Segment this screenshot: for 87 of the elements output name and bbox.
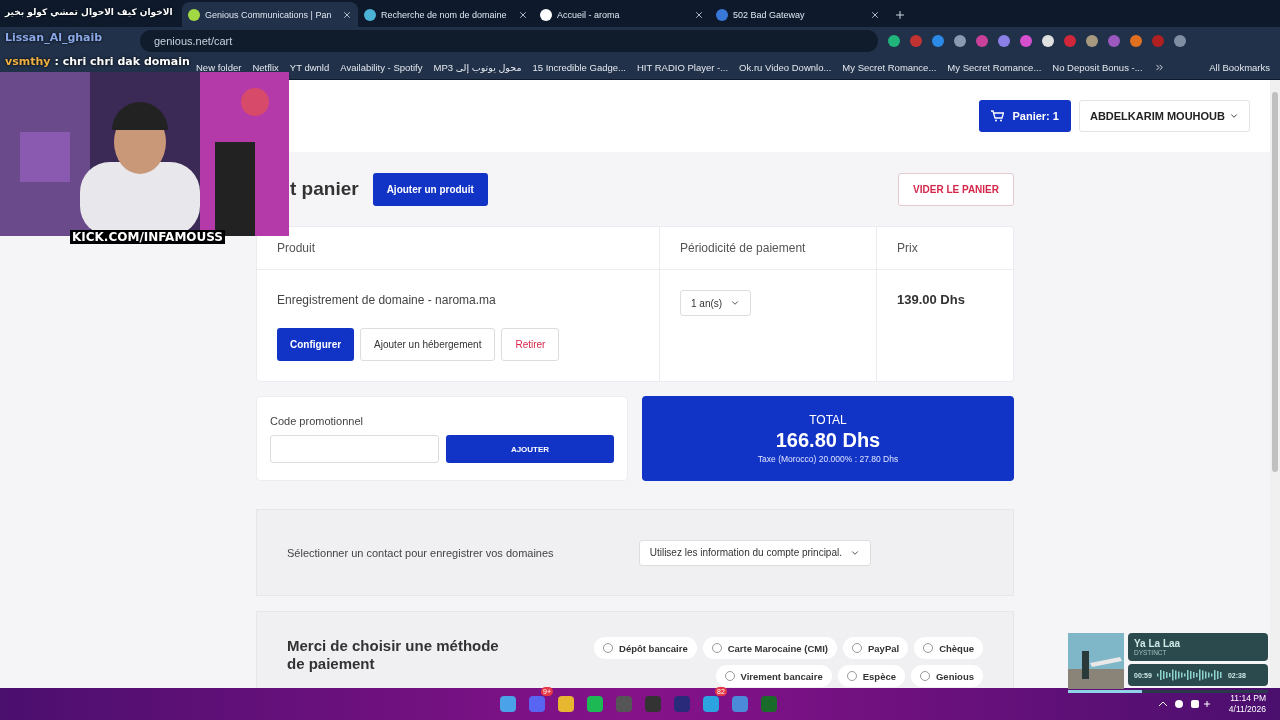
- apply-promo-button[interactable]: AJOUTER: [446, 435, 614, 463]
- radio-button[interactable]: [603, 643, 614, 653]
- taskbar-app-icon[interactable]: [529, 696, 545, 712]
- radio-button[interactable]: [711, 643, 722, 653]
- waveform-icon: [1156, 669, 1223, 681]
- close-icon[interactable]: [694, 9, 704, 20]
- extension-icon[interactable]: [888, 35, 900, 47]
- promo-code-field[interactable]: [270, 435, 439, 463]
- promo-label: Code promotionnel: [270, 415, 364, 427]
- browser-tab[interactable]: Genious Communications | Pan: [182, 2, 358, 27]
- browser-tab[interactable]: 502 Bad Gateway: [710, 2, 886, 27]
- bookmark[interactable]: YT dwnld: [289, 61, 330, 73]
- item-action-button[interactable]: Configurer: [277, 328, 355, 361]
- payment-option[interactable]: Virement bancaire: [715, 665, 832, 687]
- bookmark[interactable]: HIT RADIO Player -...: [636, 61, 729, 73]
- favicon-icon: [364, 8, 376, 21]
- taskbar-app-icon[interactable]: [558, 696, 574, 712]
- taskbar-app-icon[interactable]: [703, 696, 719, 712]
- favicon-icon: [716, 8, 728, 21]
- taskbar-app-icon[interactable]: [761, 696, 777, 712]
- radio-button[interactable]: [920, 671, 930, 681]
- page-title: t panier: [290, 178, 359, 200]
- close-icon[interactable]: [342, 9, 352, 20]
- taskbar-app-icon[interactable]: [587, 696, 603, 712]
- bookmark[interactable]: My Secret Romance...: [947, 61, 1042, 73]
- stream-caption: KICK.COM/INFAMOUSS: [70, 230, 225, 244]
- tax-line: Taxe (Morocco) 20.000% : 27.80 Dhs: [757, 454, 899, 464]
- address-bar[interactable]: genious.net/cart: [140, 30, 878, 52]
- extension-icon[interactable]: [1042, 35, 1054, 47]
- radio-button[interactable]: [724, 671, 735, 681]
- taskbar-app-icon[interactable]: [732, 696, 748, 712]
- item-price: 139.00 Dhs: [897, 292, 965, 307]
- column-header: Produit: [277, 241, 316, 255]
- clock[interactable]: 11:14 PM 4/11/2026: [1228, 692, 1266, 716]
- bookmark[interactable]: 15 Incredible Gadge...: [532, 61, 626, 73]
- payment-option[interactable]: Chèque: [914, 637, 983, 659]
- extension-icon[interactable]: [1130, 35, 1142, 47]
- payment-title: Merci de choisir une méthode de paiement: [287, 637, 500, 674]
- contact-label: Sélectionner un contact pour enregistrer vos domaines: [287, 546, 554, 559]
- empty-cart-button[interactable]: VIDER LE PANIER: [898, 172, 1014, 206]
- radio-button[interactable]: [846, 671, 857, 681]
- cart-button[interactable]: Panier: 1: [979, 100, 1071, 132]
- column-header: Périodicité de paiement: [680, 241, 806, 255]
- bookmark[interactable]: New folder: [196, 61, 242, 73]
- payment-option[interactable]: Espèce: [837, 665, 905, 687]
- total-label: TOTAL: [809, 413, 847, 427]
- bookmark[interactable]: Availability - Spotify: [340, 61, 423, 73]
- favicon-icon: [188, 8, 200, 21]
- favicon-icon: [540, 8, 552, 21]
- extension-icon[interactable]: [1086, 35, 1098, 47]
- track-title: Ya La Laa: [1134, 638, 1182, 649]
- user-menu[interactable]: ABDELKARIM MOUHOUB: [1078, 100, 1250, 132]
- caret-icon: [730, 298, 741, 308]
- close-icon[interactable]: [518, 9, 528, 20]
- caret-icon: [1229, 111, 1239, 121]
- chat-message: : chri chri dak domain: [54, 55, 190, 68]
- new-tab-icon[interactable]: [894, 9, 906, 21]
- payment-option[interactable]: Carte Marocaine (CMI): [702, 637, 837, 659]
- scrollbar-thumb[interactable]: [1272, 92, 1278, 472]
- bookmark[interactable]: No Deposit Bonus -...: [1052, 61, 1143, 73]
- product-name: Enregistrement de domaine - naroma.ma: [277, 293, 496, 307]
- bookmark[interactable]: Ok.ru Video Downlo...: [739, 61, 832, 73]
- radio-button[interactable]: [923, 643, 934, 653]
- cart-icon: [991, 110, 1005, 122]
- payment-option[interactable]: Dépôt bancaire: [594, 637, 697, 659]
- chat-message: الاخوان كيف الاحوال تمشي كولو بخير: [5, 7, 173, 17]
- extension-icon[interactable]: [954, 35, 966, 47]
- payment-option[interactable]: PayPal: [843, 637, 909, 659]
- radio-button[interactable]: [852, 643, 862, 653]
- total-amount: 166.80 Dhs: [775, 429, 881, 452]
- all-bookmarks[interactable]: All Bookmarks: [1209, 61, 1270, 73]
- taskbar-app-icon[interactable]: [500, 696, 516, 712]
- payment-option[interactable]: Genious: [911, 665, 983, 687]
- column-header: Prix: [897, 241, 918, 255]
- chat-username: vsmthy: [5, 55, 51, 68]
- contact-select[interactable]: Utilisez les information du compte principal.: [638, 539, 871, 566]
- browser-tab[interactable]: Recherche de nom de domaine: [358, 2, 534, 27]
- item-action-button[interactable]: Retirer: [501, 328, 560, 361]
- bookmark[interactable]: MP3 محول يوتوب إلى: [433, 61, 522, 73]
- billing-cycle-select[interactable]: 1 an(s): [680, 290, 752, 316]
- chat-username: Lissan_Al_ghaib: [5, 31, 103, 44]
- close-icon[interactable]: [870, 9, 880, 20]
- add-product-button[interactable]: Ajouter un produit: [372, 172, 488, 206]
- browser-tab[interactable]: Accueil - aroma: [534, 2, 710, 27]
- bookmark[interactable]: Netflix: [252, 61, 279, 73]
- item-action-button[interactable]: Ajouter un hébergement: [360, 328, 496, 361]
- bookmark[interactable]: My Secret Romance...: [842, 61, 937, 73]
